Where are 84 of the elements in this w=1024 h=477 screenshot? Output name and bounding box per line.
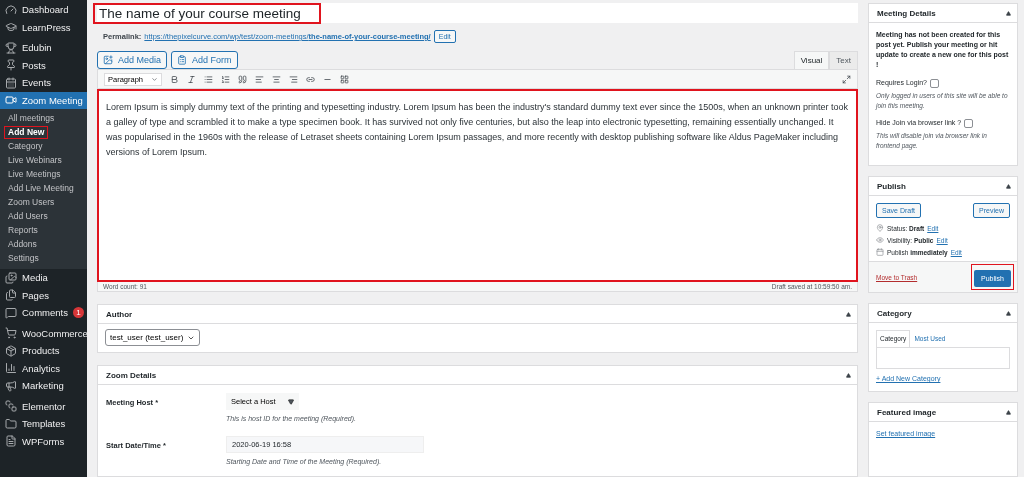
menu-icon bbox=[5, 344, 17, 357]
sidebar-item[interactable]: WooCommerce bbox=[0, 324, 87, 342]
sidebar-item[interactable]: Pages bbox=[0, 286, 87, 304]
collapse-arrow-icon[interactable] bbox=[1006, 183, 1011, 189]
sidebar-item[interactable]: Marketing bbox=[0, 377, 87, 395]
panel-title: Meeting Details bbox=[877, 8, 936, 18]
collapse-arrow-icon[interactable] bbox=[846, 311, 851, 317]
collapse-arrow-icon[interactable] bbox=[1006, 310, 1011, 316]
panel-title: Zoom Details bbox=[106, 370, 157, 380]
submenu-item[interactable]: Live Webinars bbox=[4, 154, 66, 167]
pin-icon bbox=[876, 224, 884, 232]
menu-icon bbox=[5, 306, 17, 319]
submenu-item[interactable]: Category bbox=[4, 140, 47, 153]
collapse-arrow-icon[interactable] bbox=[1006, 409, 1011, 415]
sidebar-item[interactable]: LearnPress bbox=[0, 18, 87, 36]
collapse-arrow-icon[interactable] bbox=[1006, 10, 1011, 16]
media-icon bbox=[103, 55, 113, 65]
author-select[interactable]: test_user (test_user) bbox=[105, 329, 201, 346]
collapse-arrow-icon[interactable] bbox=[846, 372, 851, 378]
align-right-icon[interactable] bbox=[289, 74, 299, 84]
sidebar-item[interactable]: Templates bbox=[0, 415, 87, 433]
menu-icon bbox=[5, 76, 17, 89]
bold-icon[interactable] bbox=[170, 74, 180, 84]
panel-title: Author bbox=[106, 309, 133, 319]
submenu-item[interactable]: Settings bbox=[4, 252, 43, 265]
menu-icon bbox=[5, 3, 17, 16]
menu-icon bbox=[5, 400, 17, 413]
sidebar-item[interactable]: WPForms bbox=[0, 432, 87, 450]
media-button[interactable]: Add Media bbox=[97, 51, 168, 69]
menu-icon bbox=[5, 435, 17, 448]
menu-icon bbox=[5, 271, 17, 284]
align-center-icon[interactable] bbox=[272, 74, 282, 84]
menu-icon bbox=[5, 379, 17, 392]
editor-tab[interactable]: Visual bbox=[793, 51, 830, 69]
fullscreen-icon[interactable] bbox=[842, 74, 851, 84]
sidebar-item[interactable]: Products bbox=[0, 342, 87, 360]
sidebar-item[interactable]: Elementor bbox=[0, 397, 87, 415]
menu-icon bbox=[5, 417, 17, 430]
menu-icon bbox=[5, 289, 17, 302]
sidebar-item[interactable]: Zoom Meeting bbox=[0, 91, 87, 109]
link-icon[interactable] bbox=[306, 74, 316, 84]
italic-icon[interactable] bbox=[187, 74, 197, 84]
sidebar-item[interactable]: Comments 1 bbox=[0, 304, 87, 322]
sidebar-item[interactable]: Dashboard bbox=[0, 1, 87, 19]
panel-title: Featured image bbox=[877, 407, 937, 417]
submenu-item[interactable]: Zoom Users bbox=[4, 196, 59, 209]
submenu-item[interactable]: Live Meetings bbox=[4, 168, 65, 181]
menu-icon bbox=[5, 41, 17, 54]
submenu-item[interactable]: Reports bbox=[4, 224, 42, 237]
menu-icon bbox=[5, 59, 17, 72]
align-left-icon[interactable] bbox=[255, 74, 265, 84]
submenu-item[interactable]: Add Users bbox=[4, 210, 52, 223]
menu-icon bbox=[5, 327, 17, 340]
sidebar-item[interactable]: Events bbox=[0, 74, 87, 92]
checkbox[interactable] bbox=[930, 78, 939, 88]
sidebar-item[interactable]: Media bbox=[0, 269, 87, 287]
sidebar-item[interactable]: Edubin bbox=[0, 39, 87, 57]
quote-icon[interactable] bbox=[238, 74, 248, 84]
caret-icon bbox=[287, 398, 294, 405]
checkbox[interactable] bbox=[964, 118, 974, 128]
form-icon bbox=[177, 55, 188, 65]
submenu-item[interactable]: Add Live Meeting bbox=[4, 182, 78, 195]
bullet-list-icon[interactable] bbox=[204, 74, 214, 84]
submenu-item[interactable]: Addons bbox=[4, 238, 41, 251]
sidebar-item[interactable]: Posts bbox=[0, 56, 87, 74]
title-field[interactable]: The name of your course meeting bbox=[93, 2, 321, 24]
sidebar-item[interactable]: Analytics bbox=[0, 359, 87, 377]
submenu-item[interactable]: All meetings bbox=[4, 112, 59, 125]
menu-icon bbox=[5, 362, 17, 375]
caret-icon bbox=[151, 75, 159, 83]
editor-tab[interactable]: Text bbox=[829, 51, 858, 69]
media-button[interactable]: Add Form bbox=[171, 51, 238, 69]
body-text: Lorem Ipsum is simply dummy text of the printing and typesetting industry. Lorem Ipsum has been the industry's standard dummy text ever since the 1500s, when an unknown printer took a galley of type and scrambled it to make a type specimen book. It has survived not only five centuries, but also the leap into electronic typesetting, remaining essentially unchanged. It was popularised in the 1960s with the release of Letraset sheets containing Lorem Ipsum passages, and more recently with desktop publishing software like Aldus PageMaker including versions of Lorem Ipsum. bbox=[106, 102, 848, 157]
submenu-item[interactable]: Add New bbox=[4, 126, 49, 139]
eye-icon bbox=[876, 236, 884, 244]
menu-icon bbox=[5, 94, 17, 107]
menu-icon bbox=[5, 21, 17, 34]
calendar-icon bbox=[876, 248, 884, 256]
panel-title: Category bbox=[877, 308, 912, 318]
toolbar-toggle-icon[interactable] bbox=[340, 74, 350, 84]
count-badge: 1 bbox=[72, 307, 84, 319]
panel-title: Publish bbox=[877, 181, 906, 191]
editor-content[interactable] bbox=[97, 89, 858, 282]
numbered-list-icon[interactable] bbox=[221, 74, 231, 84]
